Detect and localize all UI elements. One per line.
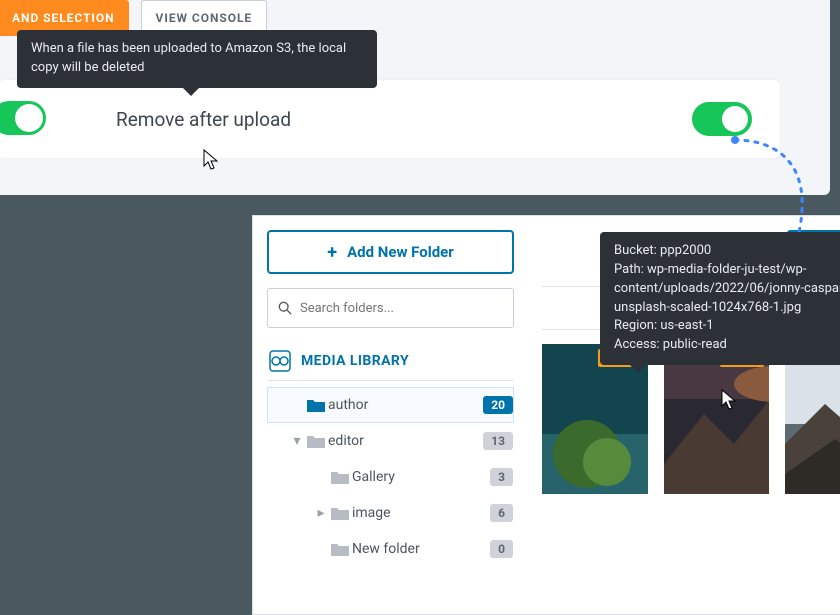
count-badge: 6	[490, 504, 513, 522]
thumbnail-grid: aws3 aws3 aws3	[542, 344, 840, 494]
folder-name: New folder	[352, 541, 490, 557]
folder-icon	[306, 433, 328, 449]
folder-name: author	[328, 397, 483, 413]
library-title: MEDIA LIBRARY	[301, 353, 409, 369]
media-thumbnail[interactable]: aws3	[664, 344, 770, 494]
count-badge: 20	[483, 396, 513, 414]
add-folder-label: Add New Folder	[347, 243, 454, 261]
tooltip-file-info: Bucket: ppp2000 Path: wp-media-folder-ju…	[600, 232, 840, 365]
folder-tree: author 20 ▾ editor 13 Gallery 3 ▸ image …	[267, 387, 514, 567]
media-thumbnail[interactable]: aws3	[785, 344, 840, 494]
folder-name: Gallery	[352, 469, 490, 485]
folder-name: editor	[328, 433, 483, 449]
folder-icon	[330, 469, 352, 485]
folder-item-gallery[interactable]: Gallery 3	[267, 459, 514, 495]
library-header[interactable]: MEDIA LIBRARY	[267, 342, 514, 381]
plus-icon: +	[327, 242, 337, 263]
folder-icon	[330, 505, 352, 521]
cursor-icon	[716, 388, 738, 414]
cursor-icon	[198, 148, 220, 174]
info-path: Path: wp-media-folder-ju-test/wp-content…	[614, 261, 840, 318]
info-region: Region: us-east-1	[614, 317, 840, 336]
folder-item-editor[interactable]: ▾ editor 13	[267, 423, 514, 459]
folder-sidebar: + Add New Folder MEDIA LIBRARY author 20…	[253, 216, 528, 614]
library-icon	[269, 350, 291, 372]
chevron-right-icon[interactable]: ▸	[312, 505, 330, 521]
tooltip-remove-after-upload: When a file has been uploaded to Amazon …	[17, 30, 377, 88]
count-badge: 3	[490, 468, 513, 486]
chevron-down-icon[interactable]: ▾	[288, 433, 306, 449]
folder-item-image[interactable]: ▸ image 6	[267, 495, 514, 531]
info-access: Access: public-read	[614, 336, 840, 355]
toggle-switch-left[interactable]	[0, 101, 46, 135]
count-badge: 0	[490, 540, 513, 558]
folder-name: image	[352, 505, 490, 521]
search-input[interactable]	[300, 301, 503, 316]
folder-icon	[306, 397, 328, 413]
folder-icon	[330, 541, 352, 557]
folder-item-new[interactable]: New folder 0	[267, 531, 514, 567]
setting-label: Remove after upload	[116, 108, 291, 131]
search-folders-field[interactable]	[267, 288, 514, 328]
info-bucket: Bucket: ppp2000	[614, 242, 840, 261]
thumb-image	[785, 344, 840, 494]
search-icon	[278, 301, 292, 315]
setting-remove-after-upload: Remove after upload	[0, 80, 780, 158]
count-badge: 13	[483, 432, 513, 450]
folder-item-author[interactable]: author 20	[267, 387, 514, 423]
add-new-folder-button[interactable]: + Add New Folder	[267, 230, 514, 274]
